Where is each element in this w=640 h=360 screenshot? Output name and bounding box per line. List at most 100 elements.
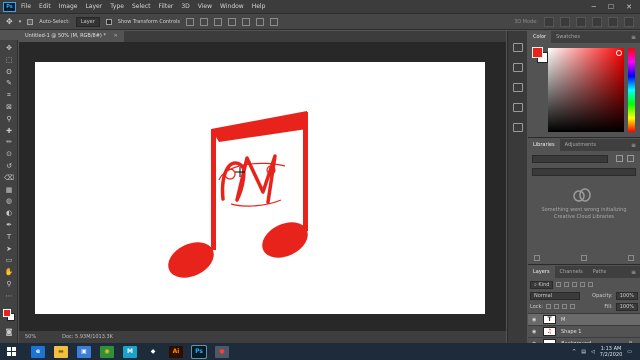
- auto-select-target-dropdown[interactable]: Layer: [75, 16, 100, 27]
- menu-layer[interactable]: Layer: [85, 3, 102, 10]
- move-tool-preset-icon[interactable]: ✥: [6, 17, 13, 26]
- history-brush-icon[interactable]: ↺: [4, 162, 14, 171]
- tab-channels[interactable]: Channels: [555, 266, 588, 278]
- lock-pixels-icon[interactable]: [546, 304, 552, 309]
- marquee-icon[interactable]: ⬚: [4, 56, 14, 65]
- filter-smart-object-icon[interactable]: [588, 282, 594, 287]
- opacity-input[interactable]: 100%: [615, 291, 638, 300]
- filter-pixel-icon[interactable]: [556, 282, 562, 287]
- align-top-icon[interactable]: [186, 17, 195, 26]
- hand-icon[interactable]: ✋: [4, 268, 14, 277]
- notifications-icon[interactable]: ▭: [627, 349, 632, 355]
- store-icon[interactable]: ▣: [77, 345, 91, 358]
- menu-file[interactable]: File: [21, 3, 31, 10]
- distribute-icon[interactable]: [270, 17, 279, 26]
- crop-icon[interactable]: ⌗: [4, 91, 14, 100]
- align-center-icon[interactable]: [242, 17, 251, 26]
- lock-artboard-icon[interactable]: [562, 304, 568, 309]
- dodge-icon[interactable]: ◐: [4, 209, 14, 218]
- menu-window[interactable]: Window: [220, 3, 244, 10]
- file-explorer-icon[interactable]: ▬: [54, 345, 68, 358]
- menu-filter[interactable]: Filter: [159, 3, 174, 10]
- add-content-icon[interactable]: [534, 255, 540, 261]
- filter-adjustment-icon[interactable]: [564, 282, 570, 287]
- fill-input[interactable]: 100%: [615, 302, 638, 311]
- close-document-icon[interactable]: ✕: [114, 33, 118, 39]
- type-icon[interactable]: T: [4, 233, 14, 242]
- library-search-input[interactable]: [532, 168, 636, 176]
- menu-help[interactable]: Help: [252, 3, 266, 10]
- tool-preset-chevron-icon[interactable]: ▾: [19, 19, 22, 25]
- tab-paths[interactable]: Paths: [588, 266, 612, 278]
- 3d-rotate-icon[interactable]: [544, 16, 554, 27]
- path-select-icon[interactable]: ➤: [4, 245, 14, 254]
- menu-3d[interactable]: 3D: [181, 3, 189, 10]
- blend-mode-dropdown[interactable]: Normal: [530, 291, 580, 300]
- volume-icon[interactable]: ◁: [591, 349, 595, 355]
- canvas-area[interactable]: [19, 42, 506, 331]
- illustrator-icon[interactable]: Ai: [169, 345, 183, 358]
- document-tab[interactable]: Untitled-1 @ 50% (M, RGB/8#) * ✕: [19, 31, 124, 42]
- maximize-icon[interactable]: ☐: [608, 3, 614, 11]
- tab-swatches[interactable]: Swatches: [551, 31, 585, 43]
- color-field[interactable]: [548, 48, 624, 132]
- network-icon[interactable]: ▤: [581, 349, 586, 355]
- corel-icon[interactable]: M: [123, 345, 137, 358]
- menu-image[interactable]: Image: [59, 3, 78, 10]
- align-middle-icon[interactable]: [200, 17, 209, 26]
- align-bottom-icon[interactable]: [214, 17, 223, 26]
- zoom-icon[interactable]: ⚲: [4, 280, 14, 289]
- filter-type-icon[interactable]: [572, 282, 578, 287]
- zoom-level[interactable]: 50%: [25, 331, 36, 343]
- lock-all-icon[interactable]: [570, 304, 576, 309]
- layer-filter-kind-dropdown[interactable]: ⌕ Kind: [530, 280, 554, 289]
- library-dropdown[interactable]: [532, 155, 608, 163]
- more-tools-icon[interactable]: ⋯: [4, 292, 14, 301]
- menu-edit[interactable]: Edit: [39, 3, 51, 10]
- tab-color[interactable]: Color: [528, 31, 552, 43]
- document-canvas[interactable]: [35, 62, 485, 314]
- tab-libraries[interactable]: Libraries: [528, 139, 560, 151]
- lasso-icon[interactable]: ʘ: [4, 68, 14, 77]
- share-icon[interactable]: [624, 16, 634, 27]
- photoshop-icon[interactable]: Ps: [191, 344, 207, 359]
- color-picker-handle[interactable]: [616, 50, 622, 56]
- move-icon[interactable]: ✥: [4, 44, 14, 53]
- blur-icon[interactable]: ◍: [4, 197, 14, 206]
- minimize-icon[interactable]: ─: [592, 3, 596, 11]
- align-right-icon[interactable]: [256, 17, 265, 26]
- start-button[interactable]: [0, 343, 22, 360]
- search-icon[interactable]: [592, 16, 602, 27]
- character-panel-icon[interactable]: [513, 103, 523, 112]
- brush-icon[interactable]: ✏: [4, 138, 14, 147]
- 3d-drag-icon[interactable]: [576, 16, 586, 27]
- tab-adjustments[interactable]: Adjustments: [560, 139, 601, 151]
- layer-row[interactable]: ◉ ♫ Shape 1: [528, 325, 640, 337]
- chrome-icon[interactable]: ◉: [100, 345, 114, 358]
- menu-view[interactable]: View: [198, 3, 212, 10]
- paragraph-panel-icon[interactable]: [513, 123, 523, 132]
- tab-layers[interactable]: Layers: [528, 266, 555, 278]
- show-transform-controls-checkbox[interactable]: [105, 18, 112, 25]
- frame-icon[interactable]: ⊠: [4, 103, 14, 112]
- stamp-icon[interactable]: ⊙: [4, 150, 14, 159]
- panel-menu-icon[interactable]: ≡: [631, 269, 640, 276]
- recorder-icon[interactable]: ●: [215, 345, 229, 358]
- menu-type[interactable]: Type: [110, 3, 124, 10]
- pen-icon[interactable]: ✒: [4, 221, 14, 230]
- foreground-color-swatch[interactable]: [3, 309, 11, 317]
- filter-shape-icon[interactable]: [580, 282, 586, 287]
- grid-view-icon[interactable]: [616, 155, 623, 162]
- align-left-icon[interactable]: [228, 17, 237, 26]
- properties-panel-icon[interactable]: [513, 63, 523, 72]
- hue-slider[interactable]: [628, 48, 635, 132]
- quick-mask-icon[interactable]: ◙: [4, 328, 14, 337]
- library-delete-icon[interactable]: [628, 255, 634, 261]
- edge-icon[interactable]: e: [31, 345, 45, 358]
- panel-menu-icon[interactable]: ≡: [631, 142, 640, 149]
- 3d-roll-icon[interactable]: [560, 16, 570, 27]
- visibility-eye-icon[interactable]: ◉: [532, 329, 539, 335]
- quick-select-icon[interactable]: ✎: [4, 79, 14, 88]
- healing-icon[interactable]: ✚: [4, 127, 14, 136]
- gradient-icon[interactable]: ▦: [4, 186, 14, 195]
